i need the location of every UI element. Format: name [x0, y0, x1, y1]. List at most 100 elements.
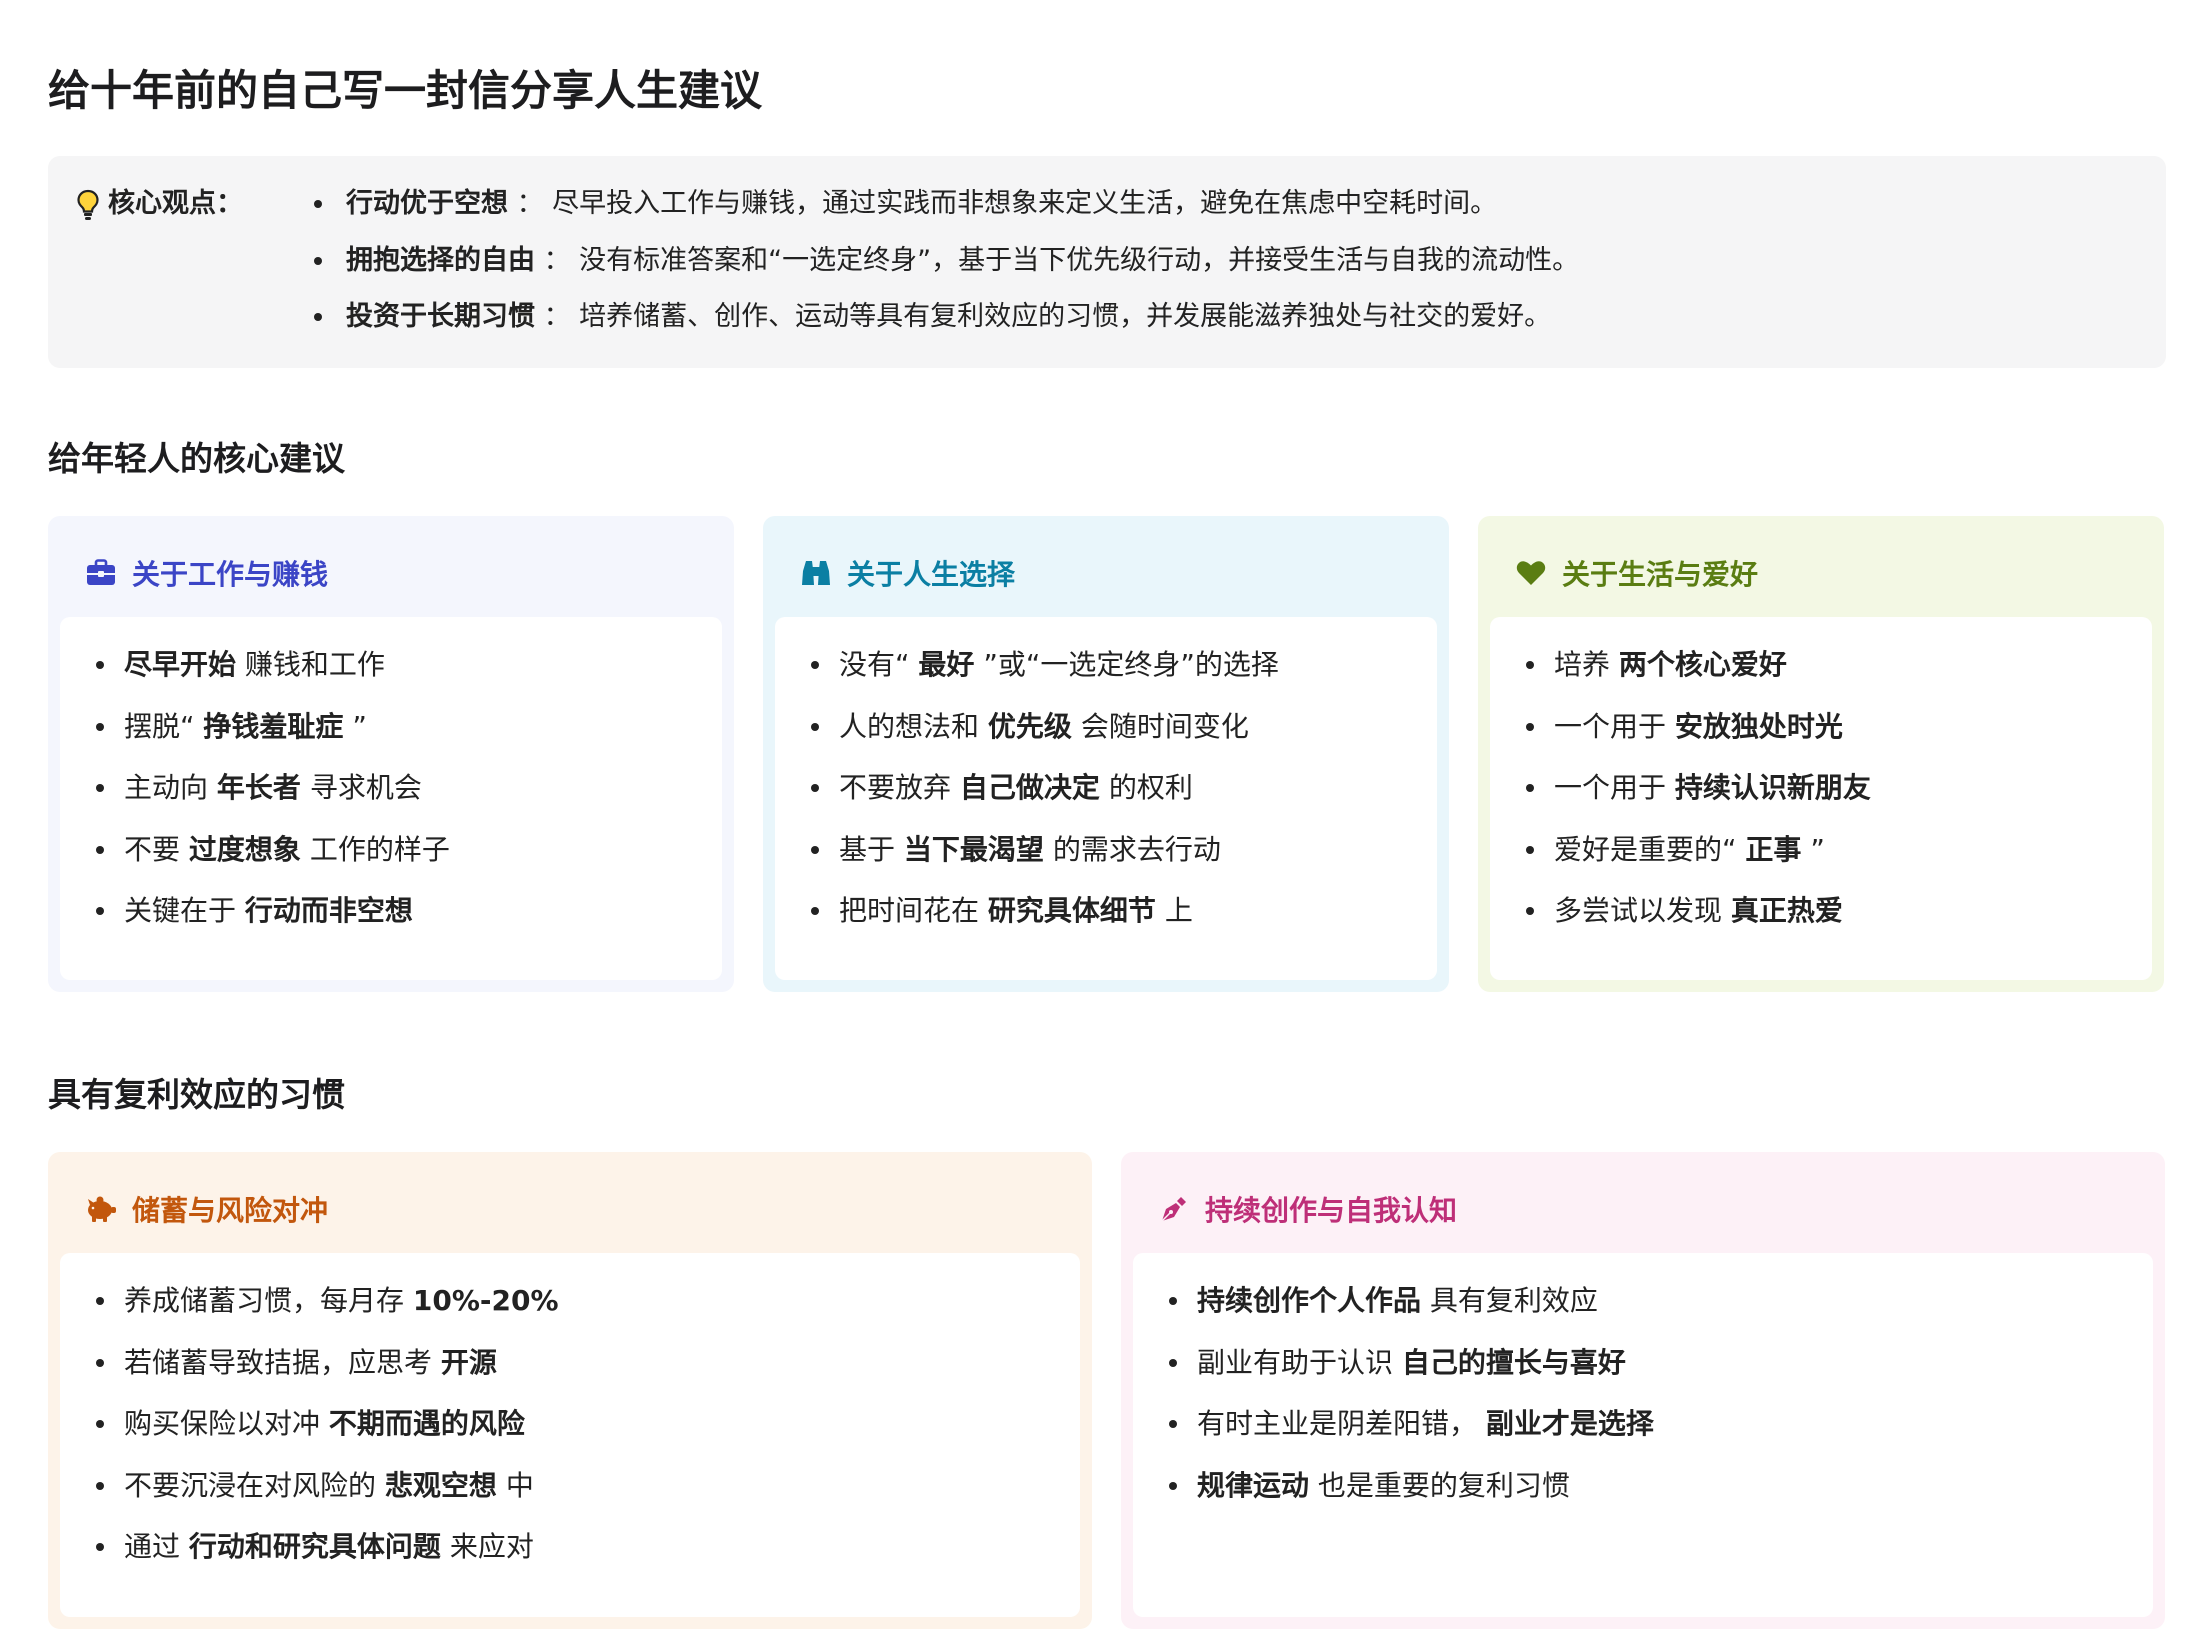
item-text: ”或“一选定终身”的选择 [974, 648, 1279, 681]
piggy-bank-icon [84, 1192, 118, 1226]
item-text: 副业有助于认识 [1197, 1345, 1402, 1379]
item-text: ” [343, 709, 367, 743]
core-points-list: 行动优于空想 ： 尽早投入工作与赚钱，通过实践而非想象来定义生活，避免在焦虑中空… [306, 184, 2138, 340]
emphasis-text: 尽早开始 [124, 648, 237, 681]
item-text: 上 [1155, 894, 1193, 927]
item-text: 没有“ [839, 648, 919, 681]
emphasis-text: 正事 [1745, 832, 1802, 866]
item-text: 爱好是重要的“ [1554, 832, 1746, 866]
advice-cards: 关于工作与赚钱 尽早开始 赚钱和工作 摆脱“ 挣钱羞耻症 ” 主动向 年长者 寻求机… [48, 516, 2166, 992]
list-item: 通过 行动和研究具体问题 来应对 [90, 1525, 1050, 1569]
emphasis-text: 10%-20% [412, 1284, 559, 1317]
emphasis-text: 持续认识新朋友 [1674, 771, 1871, 804]
emphasis-text: 自己的擅长与喜好 [1401, 1345, 1626, 1379]
list-item: 规律运动 也是重要的复利习惯 [1163, 1464, 2123, 1508]
item-text: 也是重要的复利习惯 [1309, 1468, 1570, 1502]
card-creation-self: 持续创作与自我认知 持续创作个人作品 具有复利效应 副业有助于认识 自己的擅长与喜… [1121, 1152, 2165, 1629]
card-list: 尽早开始 赚钱和工作 摆脱“ 挣钱羞耻症 ” 主动向 年长者 寻求机会 不要 过度想象… [90, 643, 692, 933]
card-title: 关于工作与赚钱 [132, 557, 329, 591]
emphasis-text: 年长者 [216, 771, 301, 804]
emphasis-text: 优先级 [987, 709, 1072, 743]
card-title: 关于人生选择 [847, 557, 1016, 591]
list-item: 购买保险以对冲 不期而遇的风险 [90, 1402, 1050, 1446]
core-point: 拥抱选择的自由 ： 没有标准答案和“一选定终身”，基于当下优先级行动，并接受生活… [306, 241, 2138, 281]
section-title-habits: 具有复利效应的习惯 [48, 1075, 345, 1114]
core-points-label-text: 核心观点： [108, 188, 243, 219]
list-item: 多尝试以发现 真正热爱 [1520, 889, 2122, 933]
list-item: 爱好是重要的“ 正事 ” [1520, 828, 2122, 872]
list-item: 人的想法和 优先级 会随时间变化 [805, 705, 1407, 749]
card-life-choices: 关于人生选择 没有“ 最好 ”或“一选定终身”的选择 人的想法和 优先级 会随时间… [763, 516, 1449, 992]
list-item: 摆脱“ 挣钱羞耻症 ” [90, 705, 692, 749]
page-title: 给十年前的自己写一封信分享人生建议 [48, 66, 763, 115]
item-text: 培养 [1554, 648, 1619, 681]
item-text: 不要放弃 [839, 771, 960, 804]
core-points-label: 核心观点： [74, 184, 306, 340]
core-point-separator: ： [508, 188, 553, 219]
item-text: 不要沉浸在对风险的 [124, 1468, 385, 1502]
emphasis-text: 规律运动 [1197, 1468, 1310, 1502]
page: 给十年前的自己写一封信分享人生建议 核心观点： 行动优于空想 ： 尽早投入工作与… [48, 48, 2166, 1629]
card-title: 持续创作与自我认知 [1205, 1193, 1458, 1227]
item-text: 工作的样子 [300, 832, 450, 866]
item-text: ” [1801, 832, 1825, 866]
list-item: 把时间花在 研究具体细节 上 [805, 889, 1407, 933]
core-point-text: 没有标准答案和“一选定终身”，基于当下优先级行动，并接受生活与自我的流动性。 [579, 244, 1580, 276]
emphasis-text: 不期而遇的风险 [328, 1407, 525, 1440]
core-point: 行动优于空想 ： 尽早投入工作与赚钱，通过实践而非想象来定义生活，避免在焦虑中空… [306, 184, 2138, 224]
card-title: 储蓄与风险对冲 [132, 1193, 329, 1227]
core-point-term: 投资于长期习惯 [346, 301, 535, 332]
list-item: 不要 过度想象 工作的样子 [90, 828, 692, 872]
list-item: 不要放弃 自己做决定 的权利 [805, 766, 1407, 810]
list-item: 有时主业是阴差阳错， 副业才是选择 [1163, 1402, 2123, 1446]
item-text: 人的想法和 [839, 709, 988, 743]
emphasis-text: 两个核心爱好 [1618, 648, 1787, 681]
item-text: 一个用于 [1554, 709, 1675, 743]
list-item: 基于 当下最渴望 的需求去行动 [805, 828, 1407, 872]
emphasis-text: 悲观空想 [384, 1468, 497, 1502]
emphasis-text: 安放独处时光 [1674, 709, 1843, 743]
list-item: 副业有助于认识 自己的擅长与喜好 [1163, 1341, 2123, 1385]
list-item: 持续创作个人作品 具有复利效应 [1163, 1279, 2123, 1323]
item-text: 通过 [124, 1530, 189, 1563]
item-text: 主动向 [124, 771, 217, 804]
emphasis-text: 行动而非空想 [244, 894, 413, 927]
list-item: 不要沉浸在对风险的 悲观空想 中 [90, 1464, 1050, 1508]
core-point-separator: ： [535, 244, 580, 276]
list-item: 尽早开始 赚钱和工作 [90, 643, 692, 687]
item-text: 购买保险以对冲 [124, 1407, 329, 1440]
item-text: 赚钱和工作 [236, 648, 385, 681]
item-text: 多尝试以发现 [1554, 894, 1731, 927]
item-text: 把时间花在 [839, 894, 988, 927]
item-text: 一个用于 [1554, 771, 1675, 804]
item-text: 具有复利效应 [1421, 1284, 1598, 1317]
emphasis-text: 副业才是选择 [1485, 1407, 1654, 1440]
card-work-money: 关于工作与赚钱 尽早开始 赚钱和工作 摆脱“ 挣钱羞耻症 ” 主动向 年长者 寻求机… [48, 516, 734, 992]
habit-cards: 储蓄与风险对冲 养成储蓄习惯，每月存 10%-20% 若储蓄导致拮据，应思考 开源… [48, 1152, 2166, 1629]
list-item: 一个用于 持续认识新朋友 [1520, 766, 2122, 810]
item-text: 不要 [124, 832, 189, 866]
emphasis-text: 研究具体细节 [987, 894, 1156, 927]
card-savings-risk: 储蓄与风险对冲 养成储蓄习惯，每月存 10%-20% 若储蓄导致拮据，应思考 开源… [48, 1152, 1092, 1629]
heart-icon [1514, 556, 1548, 590]
list-item: 关键在于 行动而非空想 [90, 889, 692, 933]
item-text: 若储蓄导致拮据，应思考 [124, 1345, 441, 1379]
item-text: 的需求去行动 [1043, 832, 1221, 866]
lightbulb-icon [74, 184, 102, 224]
item-text: 来应对 [440, 1530, 534, 1563]
section-title-advice: 给年轻人的核心建议 [48, 439, 345, 478]
briefcase-icon [84, 556, 118, 590]
emphasis-text: 当下最渴望 [903, 832, 1044, 866]
item-text: 养成储蓄习惯，每月存 [124, 1284, 413, 1317]
card-list: 养成储蓄习惯，每月存 10%-20% 若储蓄导致拮据，应思考 开源 购买保险以对冲 … [90, 1279, 1050, 1569]
core-point-separator: ： [535, 301, 580, 332]
pen-nib-icon [1157, 1192, 1191, 1226]
list-item: 若储蓄导致拮据，应思考 开源 [90, 1341, 1050, 1385]
emphasis-text: 自己做决定 [959, 771, 1100, 804]
list-item: 一个用于 安放独处时光 [1520, 705, 2122, 749]
item-text: 摆脱“ [124, 709, 204, 743]
binoculars-icon [799, 556, 833, 590]
item-text: 关键在于 [124, 894, 245, 927]
emphasis-text: 行动和研究具体问题 [188, 1530, 441, 1563]
emphasis-text: 真正热爱 [1730, 894, 1843, 927]
